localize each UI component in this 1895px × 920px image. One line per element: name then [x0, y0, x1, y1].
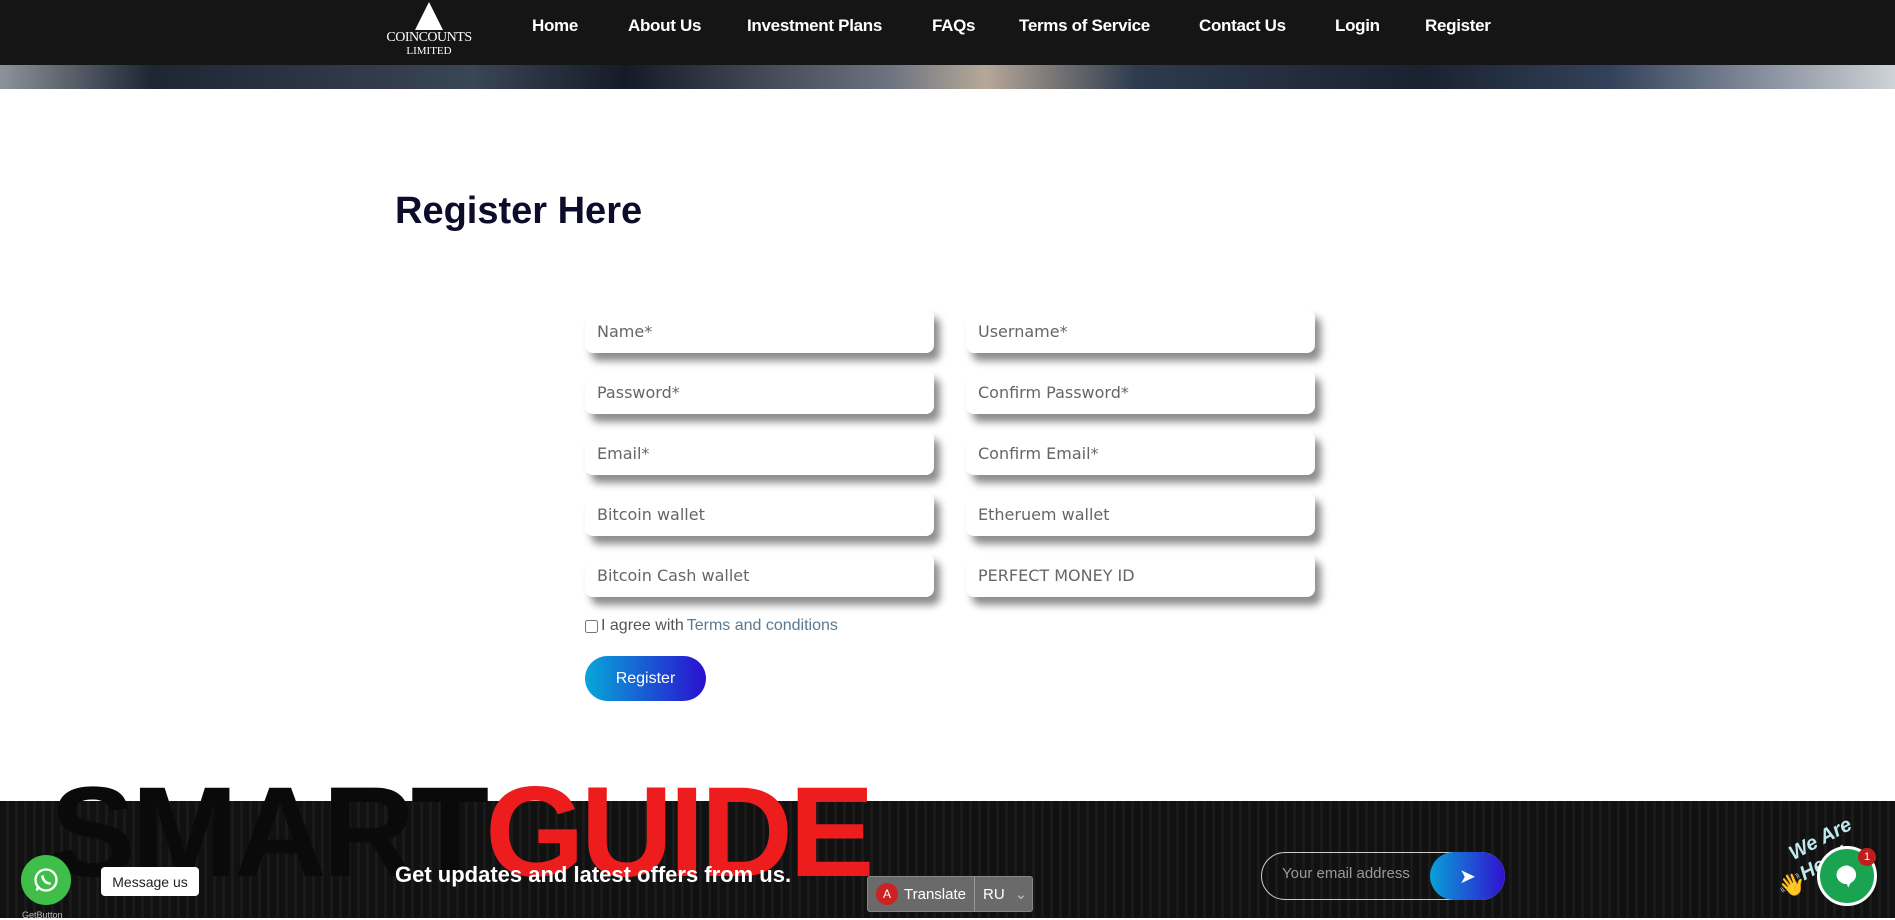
translate-label: Translate [904, 885, 966, 903]
chat-bubble-icon [1836, 865, 1857, 888]
logo-line1: COINCOUNTS [386, 30, 472, 45]
newsletter-text: Get updates and latest offers from us. [395, 862, 792, 887]
translate-icon: A [876, 883, 898, 905]
divider [973, 877, 975, 911]
paper-plane-icon: ➤ [1459, 865, 1476, 888]
newsletter-email-input[interactable] [1282, 865, 1422, 882]
nav-contact-us[interactable]: Contact Us [1199, 16, 1286, 36]
confirm-email-input[interactable] [966, 431, 1315, 475]
password-input[interactable] [585, 370, 934, 414]
nav-terms-of-service[interactable]: Terms of Service [1019, 16, 1150, 36]
name-input[interactable] [585, 309, 934, 353]
nav-register[interactable]: Register [1425, 16, 1491, 36]
newsletter-send-button[interactable]: ➤ [1430, 852, 1505, 900]
whatsapp-icon [34, 868, 58, 892]
nav-about-us[interactable]: About Us [628, 16, 701, 36]
perfect-money-id-input[interactable] [966, 553, 1315, 597]
ethereum-wallet-input[interactable] [966, 492, 1315, 536]
nav-investment-plans[interactable]: Investment Plans [747, 16, 882, 36]
bitcoin-cash-wallet-input[interactable] [585, 553, 934, 597]
register-submit-button[interactable]: Register [585, 656, 706, 701]
waving-hand-icon: 👋 [1778, 872, 1806, 897]
language-select[interactable]: RU [983, 886, 1005, 903]
bitcoin-wallet-input[interactable] [585, 492, 934, 536]
agree-text: I agree with [601, 617, 684, 634]
hero-image-strip [0, 65, 1895, 89]
getbutton-label: GetButton [22, 910, 63, 920]
nav-faqs[interactable]: FAQs [932, 16, 976, 36]
translate-widget[interactable]: A Translate RU ⌄ [867, 876, 1033, 912]
page-title: Register Here [395, 190, 643, 232]
logo-line2: LIMITED [406, 45, 452, 57]
logo-triangle-icon [415, 2, 443, 30]
whatsapp-message-label[interactable]: Message us [101, 867, 199, 896]
nav-login[interactable]: Login [1335, 16, 1380, 36]
terms-link[interactable]: Terms and conditions [687, 617, 838, 635]
top-navbar: COINCOUNTS LIMITED Home About Us Investm… [0, 0, 1895, 65]
username-input[interactable] [966, 309, 1315, 353]
newsletter-form: ➤ [1261, 852, 1505, 900]
chevron-down-icon: ⌄ [1014, 886, 1028, 903]
terms-agreement: I agree with Terms and conditions [585, 617, 838, 635]
whatsapp-button[interactable] [21, 855, 71, 905]
email-input[interactable] [585, 431, 934, 475]
logo[interactable]: COINCOUNTS LIMITED [381, 2, 477, 62]
confirm-password-input[interactable] [966, 370, 1315, 414]
agree-checkbox[interactable] [585, 619, 598, 633]
nav-home[interactable]: Home [532, 16, 578, 36]
chat-unread-badge: 1 [1858, 848, 1876, 866]
